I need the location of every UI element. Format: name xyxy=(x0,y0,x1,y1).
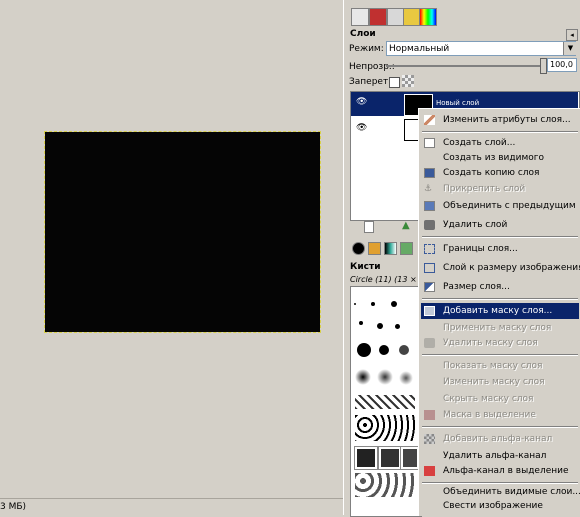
brush-swatch[interactable] xyxy=(357,343,371,357)
brushes-tab-icon[interactable] xyxy=(352,242,365,255)
brush-swatch[interactable] xyxy=(399,345,409,355)
menu-item-anchor-layer[interactable]: ⚓ Прикрепить слой xyxy=(421,181,579,197)
menu-item-new-from-visible[interactable]: Создать из видимого xyxy=(421,150,579,166)
eye-icon[interactable]: 👁 xyxy=(356,123,370,133)
menu-item-mask-to-selection[interactable]: Маска в выделение xyxy=(421,407,579,423)
menu-item-layer-boundary[interactable]: Границы слоя... xyxy=(421,241,579,257)
brush-swatch[interactable] xyxy=(399,371,413,385)
brush-swatch[interactable] xyxy=(354,303,356,305)
edit-attributes-icon xyxy=(424,115,435,125)
scale-layer-icon xyxy=(424,282,435,292)
mask-to-selection-icon xyxy=(424,410,435,420)
alpha-to-selection-icon xyxy=(424,466,435,476)
menu-item-apply-layer-mask[interactable]: Применить маску слоя xyxy=(421,320,579,336)
menu-separator xyxy=(422,131,578,133)
layer-name[interactable]: Новый слой xyxy=(436,99,479,107)
palettes-tab-icon[interactable] xyxy=(400,242,413,255)
menu-item-merge-down[interactable]: Объединить с предыдущим xyxy=(421,198,579,214)
new-layer-icon xyxy=(424,138,435,148)
brushes-panel-title: Кисти xyxy=(350,262,381,272)
brush-swatch[interactable] xyxy=(371,302,375,306)
menu-item-remove-alpha-channel[interactable]: Удалить альфа-канал xyxy=(421,448,579,464)
new-layer-icon[interactable] xyxy=(364,221,374,233)
brush-swatch[interactable] xyxy=(355,473,415,497)
colormap-tab-icon[interactable] xyxy=(419,8,437,26)
menu-item-delete-layer[interactable]: Удалить слой xyxy=(421,217,579,233)
layers-panel-title: Слои xyxy=(350,29,376,39)
menu-item-show-layer-mask[interactable]: Показать маску слоя xyxy=(421,358,579,374)
patterns-tab-icon[interactable] xyxy=(368,242,381,255)
brush-swatch[interactable] xyxy=(359,321,363,325)
brush-swatch[interactable] xyxy=(377,323,383,329)
status-bar xyxy=(0,498,343,516)
add-mask-icon xyxy=(424,306,435,316)
menu-item-edit-layer-mask[interactable]: Изменить маску слоя xyxy=(421,374,579,390)
opacity-slider-thumb[interactable] xyxy=(540,58,547,74)
opacity-slider-track[interactable] xyxy=(386,65,546,67)
menu-item-disable-layer-mask[interactable]: Скрыть маску слоя xyxy=(421,391,579,407)
mode-label: Режим: xyxy=(349,44,384,54)
menu-item-delete-layer-mask[interactable]: Удалить маску слоя xyxy=(421,335,579,351)
mode-value: Нормальный xyxy=(389,44,450,54)
menu-item-add-layer-mask[interactable]: Добавить маску слоя... xyxy=(421,303,579,319)
menu-separator xyxy=(422,426,578,428)
menu-separator xyxy=(422,354,578,356)
menu-item-duplicate-layer[interactable]: Создать копию слоя xyxy=(421,165,579,181)
brush-swatch[interactable] xyxy=(354,446,378,470)
gradients-tab-icon[interactable] xyxy=(384,242,397,255)
brush-grid[interactable] xyxy=(350,286,422,517)
duplicate-layer-icon xyxy=(424,168,435,178)
menu-item-add-alpha-channel[interactable]: Добавить альфа-канал xyxy=(421,431,579,447)
brush-swatch[interactable] xyxy=(400,446,420,470)
menu-item-edit-layer-attributes[interactable]: Изменить атрибуты слоя... xyxy=(421,112,579,128)
opacity-label: Непрозр.: xyxy=(349,62,395,72)
menu-item-scale-layer[interactable]: Размер слоя... xyxy=(421,279,579,295)
image-layer-black[interactable] xyxy=(44,131,321,333)
alpha-icon xyxy=(424,434,435,444)
menu-separator xyxy=(422,298,578,300)
brush-swatch[interactable] xyxy=(391,301,397,307)
opacity-spinbox[interactable]: 100,0 xyxy=(547,58,577,72)
status-memory-text: 3 МБ) xyxy=(0,502,27,512)
brush-swatch[interactable] xyxy=(378,446,402,470)
channels-tab-icon[interactable] xyxy=(369,8,387,26)
eye-icon[interactable]: 👁 xyxy=(356,97,370,107)
menu-item-flatten-image[interactable]: Свести изображение xyxy=(421,498,579,514)
layer-to-image-size-icon xyxy=(424,263,435,273)
layers-tab-icon[interactable] xyxy=(351,8,369,26)
brush-swatch[interactable] xyxy=(355,415,415,441)
brush-swatch[interactable] xyxy=(395,324,400,329)
layer-boundary-icon xyxy=(424,244,435,254)
panel-menu-icon[interactable]: ◂ xyxy=(566,29,578,41)
menu-separator xyxy=(422,236,578,238)
trash-icon xyxy=(424,338,435,348)
lock-alpha-checkbox[interactable] xyxy=(389,77,400,88)
raise-layer-icon[interactable]: ▲ xyxy=(402,220,410,231)
menu-item-new-layer[interactable]: Создать слой... xyxy=(421,135,579,151)
brush-swatch[interactable] xyxy=(355,369,371,385)
menu-item-layer-to-image-size[interactable]: Слой к размеру изображения xyxy=(421,260,580,276)
brush-swatch[interactable] xyxy=(355,395,415,409)
anchor-icon: ⚓ xyxy=(424,184,433,194)
brush-swatch[interactable] xyxy=(379,345,389,355)
checker-alpha-icon xyxy=(402,75,414,87)
brush-swatch[interactable] xyxy=(377,369,393,385)
trash-icon xyxy=(424,220,435,230)
menu-item-alpha-to-selection[interactable]: Альфа-канал в выделение xyxy=(421,463,579,479)
merge-down-icon xyxy=(424,201,435,211)
chevron-down-icon[interactable]: ▼ xyxy=(563,42,577,55)
